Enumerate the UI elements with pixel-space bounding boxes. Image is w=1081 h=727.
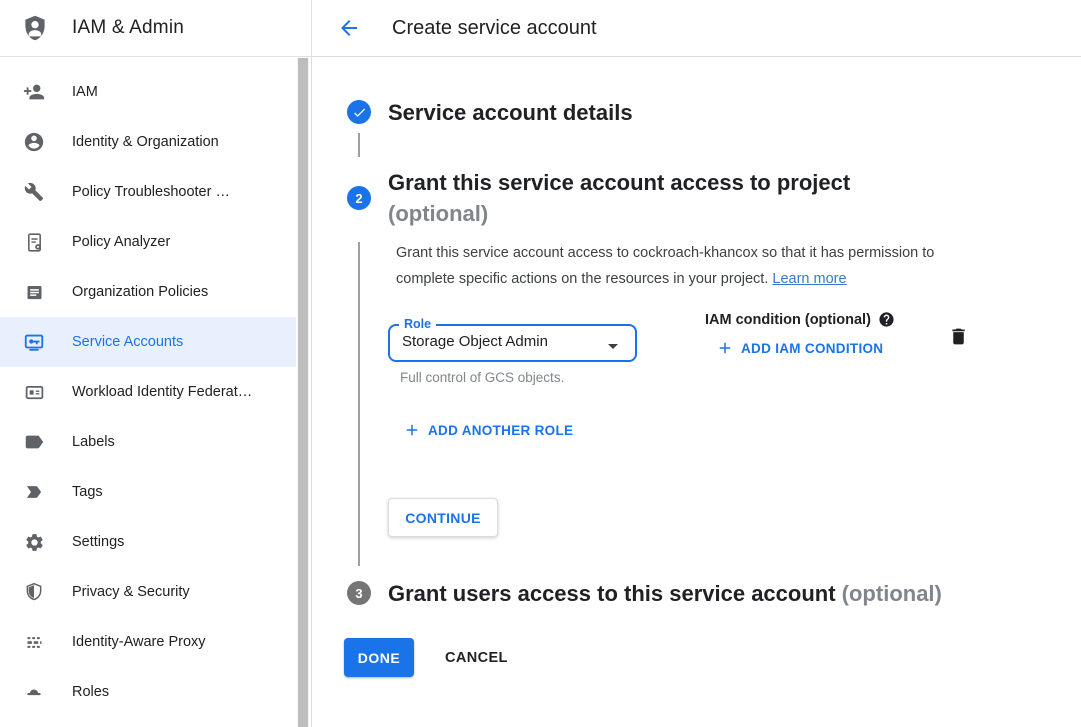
step2-heading: Grant this service account access to pro… [388, 167, 850, 229]
step-connector-line [358, 242, 360, 566]
account-circle-icon [22, 130, 46, 154]
iam-condition-label-row: IAM condition (optional) [705, 311, 895, 328]
gear-icon [22, 530, 46, 554]
step2-title: Grant this service account access to pro… [388, 167, 850, 198]
step-connector-line [358, 133, 360, 157]
step1-completed-badge [347, 100, 371, 124]
check-icon [352, 105, 367, 120]
sidebar-item-label: Labels [72, 434, 115, 450]
plus-icon [716, 339, 734, 357]
continue-button[interactable]: CONTINUE [388, 498, 498, 537]
label-tag-icon [22, 430, 46, 454]
identity-card-icon [22, 380, 46, 404]
proxy-grid-icon [22, 630, 46, 654]
step2-description-text: Grant this service account access to coc… [396, 245, 934, 287]
sidebar-item-organization-policies[interactable]: Organization Policies [0, 267, 296, 317]
role-field-label: Role [399, 317, 436, 332]
sidebar-item-settings[interactable]: Settings [0, 517, 296, 567]
step3-heading: Grant users access to this service accou… [388, 578, 942, 609]
main-panel: Create service account Service account d… [312, 0, 1081, 727]
role-selected-value: Storage Object Admin [402, 333, 548, 350]
sidebar-item-workload-identity-federation[interactable]: Workload Identity Federat… [0, 367, 296, 417]
wrench-icon [22, 180, 46, 204]
sidebar-item-privacy-security[interactable]: Privacy & Security [0, 567, 296, 617]
add-another-role-label: ADD ANOTHER ROLE [428, 423, 573, 438]
person-add-icon [22, 80, 46, 104]
app-title: IAM & Admin [72, 17, 184, 39]
step3-title: Grant users access to this service accou… [388, 581, 836, 606]
sidebar-item-identity-organization[interactable]: Identity & Organization [0, 117, 296, 167]
sidebar-item-label: Policy Troubleshooter … [72, 184, 230, 200]
trash-icon [948, 326, 969, 350]
add-iam-condition-button[interactable]: ADD IAM CONDITION [716, 339, 883, 357]
step3-optional-label: (optional) [842, 581, 942, 606]
hat-icon [22, 680, 46, 704]
document-gear-icon [22, 230, 46, 254]
role-select[interactable]: Role Storage Object Admin [388, 324, 637, 362]
sidebar-header: IAM & Admin [0, 0, 311, 57]
step2-number: 2 [355, 191, 362, 206]
add-iam-condition-label: ADD IAM CONDITION [741, 341, 883, 356]
delete-role-button[interactable] [948, 326, 969, 350]
sidebar-item-policy-troubleshooter[interactable]: Policy Troubleshooter … [0, 167, 296, 217]
iam-condition-label: IAM condition (optional) [705, 312, 871, 328]
help-icon[interactable] [878, 311, 895, 328]
step3-badge: 3 [347, 581, 371, 605]
page-title: Create service account [392, 17, 597, 40]
sidebar-item-label: Organization Policies [72, 284, 208, 300]
plus-icon [403, 421, 421, 439]
list-document-icon [22, 280, 46, 304]
cancel-button[interactable]: CANCEL [429, 638, 524, 677]
arrow-back-icon [337, 16, 361, 40]
iam-admin-shield-icon [21, 13, 49, 43]
sidebar-scrollbar-thumb[interactable] [298, 58, 308, 727]
half-shield-icon [22, 580, 46, 604]
dropdown-arrow-icon [601, 334, 625, 358]
sidebar-item-identity-aware-proxy[interactable]: Identity-Aware Proxy [0, 617, 296, 667]
sidebar-nav: IAM Identity & Organization Policy Troub… [0, 57, 296, 717]
step2-badge: 2 [347, 186, 371, 210]
page-header: Create service account [312, 0, 1081, 57]
step2-description: Grant this service account access to coc… [396, 241, 981, 292]
sidebar-item-label: Identity-Aware Proxy [72, 634, 206, 650]
sidebar-item-iam[interactable]: IAM [0, 67, 296, 117]
sidebar-item-label: IAM [72, 84, 98, 100]
done-button[interactable]: DONE [344, 638, 414, 677]
sidebar: IAM & Admin IAM Identity & Organization … [0, 0, 312, 727]
step2-optional-label: (optional) [388, 198, 850, 229]
add-another-role-button[interactable]: ADD ANOTHER ROLE [403, 421, 573, 439]
learn-more-link[interactable]: Learn more [772, 271, 846, 287]
sidebar-item-tags[interactable]: Tags [0, 467, 296, 517]
sidebar-item-service-accounts[interactable]: Service Accounts [0, 317, 296, 367]
step1-title: Service account details [388, 97, 633, 128]
sidebar-item-label: Service Accounts [72, 334, 183, 350]
sidebar-item-label: Tags [72, 484, 103, 500]
sidebar-item-label: Identity & Organization [72, 134, 219, 150]
sidebar-scrollbar-track [297, 58, 309, 727]
sidebar-item-label: Policy Analyzer [72, 234, 170, 250]
sidebar-item-labels[interactable]: Labels [0, 417, 296, 467]
service-account-key-icon [22, 330, 46, 354]
sidebar-item-roles[interactable]: Roles [0, 667, 296, 717]
step3-number: 3 [355, 586, 362, 601]
role-helper-text: Full control of GCS objects. [400, 370, 564, 385]
sidebar-item-label: Settings [72, 534, 124, 550]
back-button[interactable] [337, 16, 361, 40]
tag-arrow-icon [22, 480, 46, 504]
sidebar-item-label: Roles [72, 684, 109, 700]
sidebar-item-label: Privacy & Security [72, 584, 190, 600]
sidebar-item-policy-analyzer[interactable]: Policy Analyzer [0, 217, 296, 267]
sidebar-item-label: Workload Identity Federat… [72, 384, 252, 400]
